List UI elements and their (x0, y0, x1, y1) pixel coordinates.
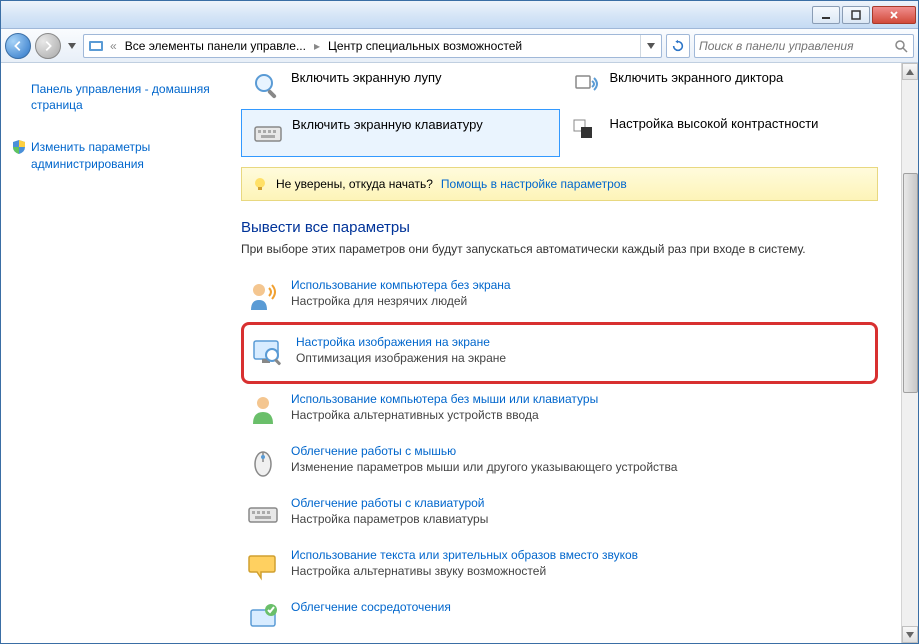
breadcrumb[interactable]: « Все элементы панели управле... ▸ Центр… (83, 34, 662, 58)
window: « Все элементы панели управле... ▸ Центр… (0, 0, 919, 644)
help-text: Не уверены, откуда начать? (276, 177, 433, 191)
control-panel-home-link[interactable]: Панель управления - домашняя страница (11, 77, 211, 117)
sidebar: Панель управления - домашняя страница Из… (1, 63, 221, 643)
setting-display: Настройка изображения на экране Оптимиза… (246, 327, 873, 379)
breadcrumb-item[interactable]: Центр специальных возможностей (324, 35, 526, 57)
back-button[interactable] (5, 33, 31, 59)
mouse-icon (245, 444, 281, 480)
person-icon (245, 392, 281, 428)
breadcrumb-item[interactable]: Все элементы панели управле... (121, 35, 310, 57)
titlebar (1, 1, 918, 29)
setting-desc: Настройка для незрячих людей (291, 294, 467, 308)
setting-no-mouse: Использование компьютера без мыши или кл… (241, 384, 878, 436)
shield-icon (11, 139, 27, 155)
setting-desc: Оптимизация изображения на экране (296, 351, 506, 365)
focus-icon (245, 600, 281, 636)
scroll-up-button[interactable] (902, 63, 918, 80)
minimize-button[interactable] (812, 6, 840, 24)
setting-focus: Облегчение сосредоточения (241, 592, 878, 643)
keyboard-small-icon (245, 496, 281, 532)
contrast-item[interactable]: Настройка высокой контрастности (560, 109, 879, 157)
section-title: Вывести все параметры (241, 219, 878, 236)
help-link[interactable]: Помощь в настройке параметров (441, 177, 627, 191)
navbar: « Все элементы панели управле... ▸ Центр… (1, 29, 918, 63)
chevron-right-icon: ▸ (310, 39, 324, 53)
section-desc: При выборе этих параметров они будут зап… (241, 242, 878, 256)
setting-link[interactable]: Облегчение работы с мышью (291, 444, 456, 458)
lightbulb-icon (252, 176, 268, 192)
monitor-magnifier-icon (250, 335, 286, 371)
setting-link[interactable]: Использование текста или зрительных обра… (291, 548, 638, 562)
speech-bubble-icon (245, 548, 281, 584)
narrator-item[interactable]: Включить экранного диктора (560, 63, 879, 109)
setting-sounds: Использование текста или зрительных обра… (241, 540, 878, 592)
setting-link[interactable]: Облегчение сосредоточения (291, 600, 451, 614)
setting-link[interactable]: Настройка изображения на экране (296, 335, 490, 349)
forward-button[interactable] (35, 33, 61, 59)
search-icon (893, 38, 909, 54)
highlighted-setting: Настройка изображения на экране Оптимиза… (241, 322, 878, 384)
person-speaking-icon (245, 278, 281, 314)
refresh-button[interactable] (666, 34, 690, 58)
setting-mouse: Облегчение работы с мышью Изменение пара… (241, 436, 878, 488)
chevron-left-icon: « (106, 39, 121, 53)
setting-desc: Настройка альтернативных устройств ввода (291, 408, 539, 422)
setting-link[interactable]: Облегчение работы с клавиатурой (291, 496, 485, 510)
scroll-thumb[interactable] (903, 173, 918, 393)
setting-desc: Настройка альтернативы звуку возможносте… (291, 564, 546, 578)
setting-link[interactable]: Использование компьютера без экрана (291, 278, 511, 292)
narrator-icon (570, 70, 602, 102)
keyboard-item[interactable]: Включить экранную клавиатуру (241, 109, 560, 157)
help-bar: Не уверены, откуда начать? Помощь в наст… (241, 167, 878, 201)
content: Панель управления - домашняя страница Из… (1, 63, 918, 643)
search-input[interactable] (699, 39, 893, 53)
magnifier-icon (251, 70, 283, 102)
quick-access-grid: Включить экранную лупу Включить экранног… (241, 63, 878, 157)
setting-keyboard: Облегчение работы с клавиатурой Настройк… (241, 488, 878, 540)
setting-link[interactable]: Использование компьютера без мыши или кл… (291, 392, 598, 406)
admin-settings-link[interactable]: Изменить параметры администрирования (11, 135, 211, 175)
recent-pages-dropdown[interactable] (65, 35, 79, 57)
scroll-down-button[interactable] (902, 626, 918, 643)
setting-no-screen: Использование компьютера без экрана Наст… (241, 270, 878, 322)
contrast-icon (570, 116, 602, 148)
main-panel: Включить экранную лупу Включить экранног… (221, 63, 918, 643)
setting-desc: Изменение параметров мыши или другого ук… (291, 460, 677, 474)
search-box[interactable] (694, 34, 914, 58)
close-button[interactable] (872, 6, 916, 24)
vertical-scrollbar[interactable] (901, 63, 918, 643)
breadcrumb-dropdown[interactable] (640, 35, 661, 57)
setting-desc: Настройка параметров клавиатуры (291, 512, 488, 526)
keyboard-icon (252, 117, 284, 149)
control-panel-icon (86, 36, 106, 56)
magnifier-item[interactable]: Включить экранную лупу (241, 63, 560, 109)
maximize-button[interactable] (842, 6, 870, 24)
